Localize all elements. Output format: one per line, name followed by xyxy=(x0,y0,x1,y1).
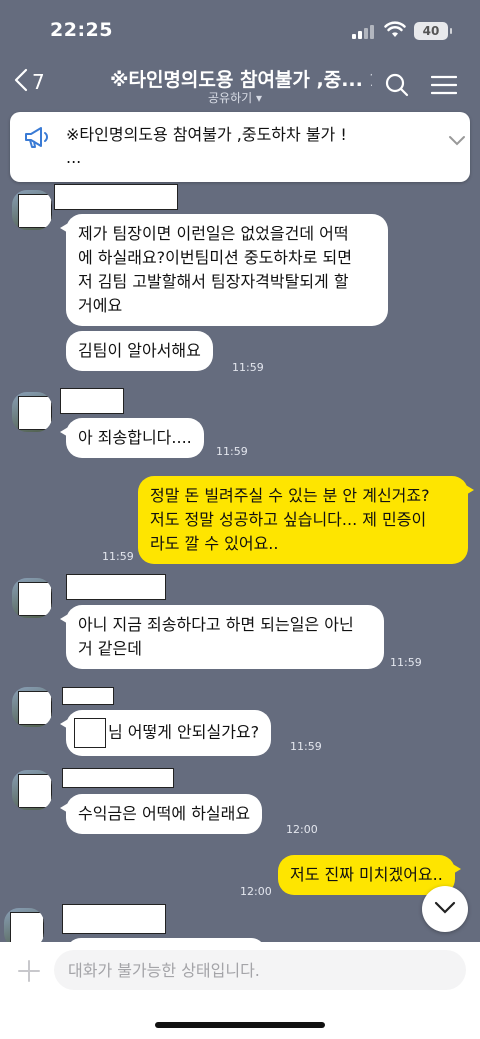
avatar[interactable] xyxy=(12,687,52,727)
status-bar: 22:25 40 xyxy=(0,0,480,56)
chevron-down-icon[interactable] xyxy=(448,132,466,151)
message-bubble[interactable]: 아 죄송합니다.... xyxy=(60,418,204,458)
status-time: 22:25 xyxy=(50,19,113,41)
my-message-bubble[interactable]: 정말 돈 빌려주실 수 있는 분 안 계신거죠? 저도 정말 성공하고 싶습니다… xyxy=(138,476,474,564)
notice-more: ... xyxy=(66,148,82,167)
message-text: 저도 진짜 미치겠어요.. xyxy=(290,865,443,884)
search-icon xyxy=(385,73,409,101)
avatar[interactable] xyxy=(12,392,52,432)
home-indicator xyxy=(155,1022,325,1028)
message-time: 11:59 xyxy=(102,550,134,563)
message-line: 아니 지금 죄송하다고 하면 되는일은 아닌 xyxy=(78,615,354,634)
message-bubble[interactable]: 김팀이 알아서해요 xyxy=(66,331,213,371)
message-bubble[interactable]: 님 어떻게 안되실가요? xyxy=(59,710,272,756)
avatar[interactable] xyxy=(12,770,52,810)
message-line: 제가 팀장이면 이런일은 없었을건데 어떡 xyxy=(78,224,349,243)
notice-text: ※타인명의도용 참여불가 ,중도하차 불가 ! xyxy=(66,125,347,144)
message-line: 거 같은데 xyxy=(78,639,142,658)
chat-title-text: ※타인명의도용 참여불가 ,중... xyxy=(110,69,363,91)
menu-icon xyxy=(430,75,458,99)
redaction-box xyxy=(18,582,52,616)
redaction-box xyxy=(18,396,52,430)
message-line: 거에요 xyxy=(78,296,123,315)
battery-indicator: 40 xyxy=(414,22,452,40)
notice-banner[interactable]: ※타인명의도용 참여불가 ,중도하차 불가 ! ... xyxy=(10,112,470,182)
message-time: 12:00 xyxy=(286,823,318,836)
message-bubble[interactable]: 제가 팀장이면 이런일은 없었을건데 어떡 에 하실래요?이번팀미션 중도하차로… xyxy=(60,214,388,326)
chat-title[interactable]: ※타인명의도용 참여불가 ,중... 1 xyxy=(110,65,372,92)
message-text: 수익금은 어떡에 하실래요 xyxy=(78,804,251,823)
scroll-down-button[interactable] xyxy=(422,886,468,932)
redaction-box xyxy=(74,718,106,748)
sender-name-redacted xyxy=(66,574,166,600)
message-time: 11:59 xyxy=(390,656,422,669)
search-button[interactable] xyxy=(385,73,409,101)
wifi-icon xyxy=(384,21,406,43)
message-line: 라도 깔 수 있어요.. xyxy=(150,534,279,553)
message-line: 저도 정말 성공하고 싶습니다... 제 민증이 xyxy=(150,510,427,529)
redaction-box xyxy=(18,194,52,228)
message-text: 김팀이 알아서해요 xyxy=(78,341,201,360)
message-time: 11:59 xyxy=(216,445,248,458)
sender-name-redacted xyxy=(60,388,124,414)
message-bubble[interactable]: 수익금은 어떡에 하실래요 xyxy=(59,794,263,834)
chevron-down-icon xyxy=(434,900,456,919)
avatar[interactable] xyxy=(12,190,52,230)
unread-count: 7 xyxy=(32,70,45,94)
message-line: 저 김팀 고발할해서 팀장자격박탈되게 할 xyxy=(78,272,349,291)
signal-icon xyxy=(352,24,376,43)
share-button[interactable]: 공유하기 ▾ xyxy=(208,89,262,106)
redaction-box xyxy=(10,912,44,942)
my-message-bubble[interactable]: 저도 진짜 미치겠어요.. xyxy=(278,855,461,895)
message-line: 에 하실래요?이번팀미션 중도하차로 되면 xyxy=(78,248,352,267)
sender-name-redacted xyxy=(54,184,178,210)
menu-button[interactable] xyxy=(430,75,458,99)
message-text: 님 어떻게 안되실가요? xyxy=(108,722,260,742)
message-time: 11:59 xyxy=(232,361,264,374)
sender-name-redacted xyxy=(62,687,114,705)
message-line: 정말 돈 빌려주실 수 있는 분 안 계신거죠? xyxy=(150,486,430,505)
message-time: 11:59 xyxy=(290,740,322,753)
plus-icon[interactable] xyxy=(18,960,40,986)
message-time: 12:00 xyxy=(240,885,272,898)
member-count: 1 xyxy=(369,71,372,91)
avatar[interactable] xyxy=(12,578,52,618)
back-button[interactable]: 7 xyxy=(14,68,45,96)
back-chevron-icon xyxy=(14,68,28,96)
message-text: 아 죄송합니다.... xyxy=(78,428,192,447)
megaphone-icon xyxy=(24,126,50,154)
message-bubble[interactable]: 아니 지금 죄송하다고 하면 되는일은 아닌 거 같은데 xyxy=(60,605,384,669)
sender-name-redacted xyxy=(62,904,166,934)
redaction-box xyxy=(18,774,52,808)
message-input[interactable] xyxy=(54,950,466,990)
chat-header: 7 ※타인명의도용 참여불가 ,중... 1 공유하기 ▾ xyxy=(0,56,480,112)
sender-name-redacted xyxy=(62,768,174,788)
avatar[interactable] xyxy=(4,908,44,942)
chat-messages[interactable]: 제가 팀장이면 이런일은 없었을건데 어떡 에 하실래요?이번팀미션 중도하차로… xyxy=(0,182,480,942)
redaction-box xyxy=(18,691,52,725)
